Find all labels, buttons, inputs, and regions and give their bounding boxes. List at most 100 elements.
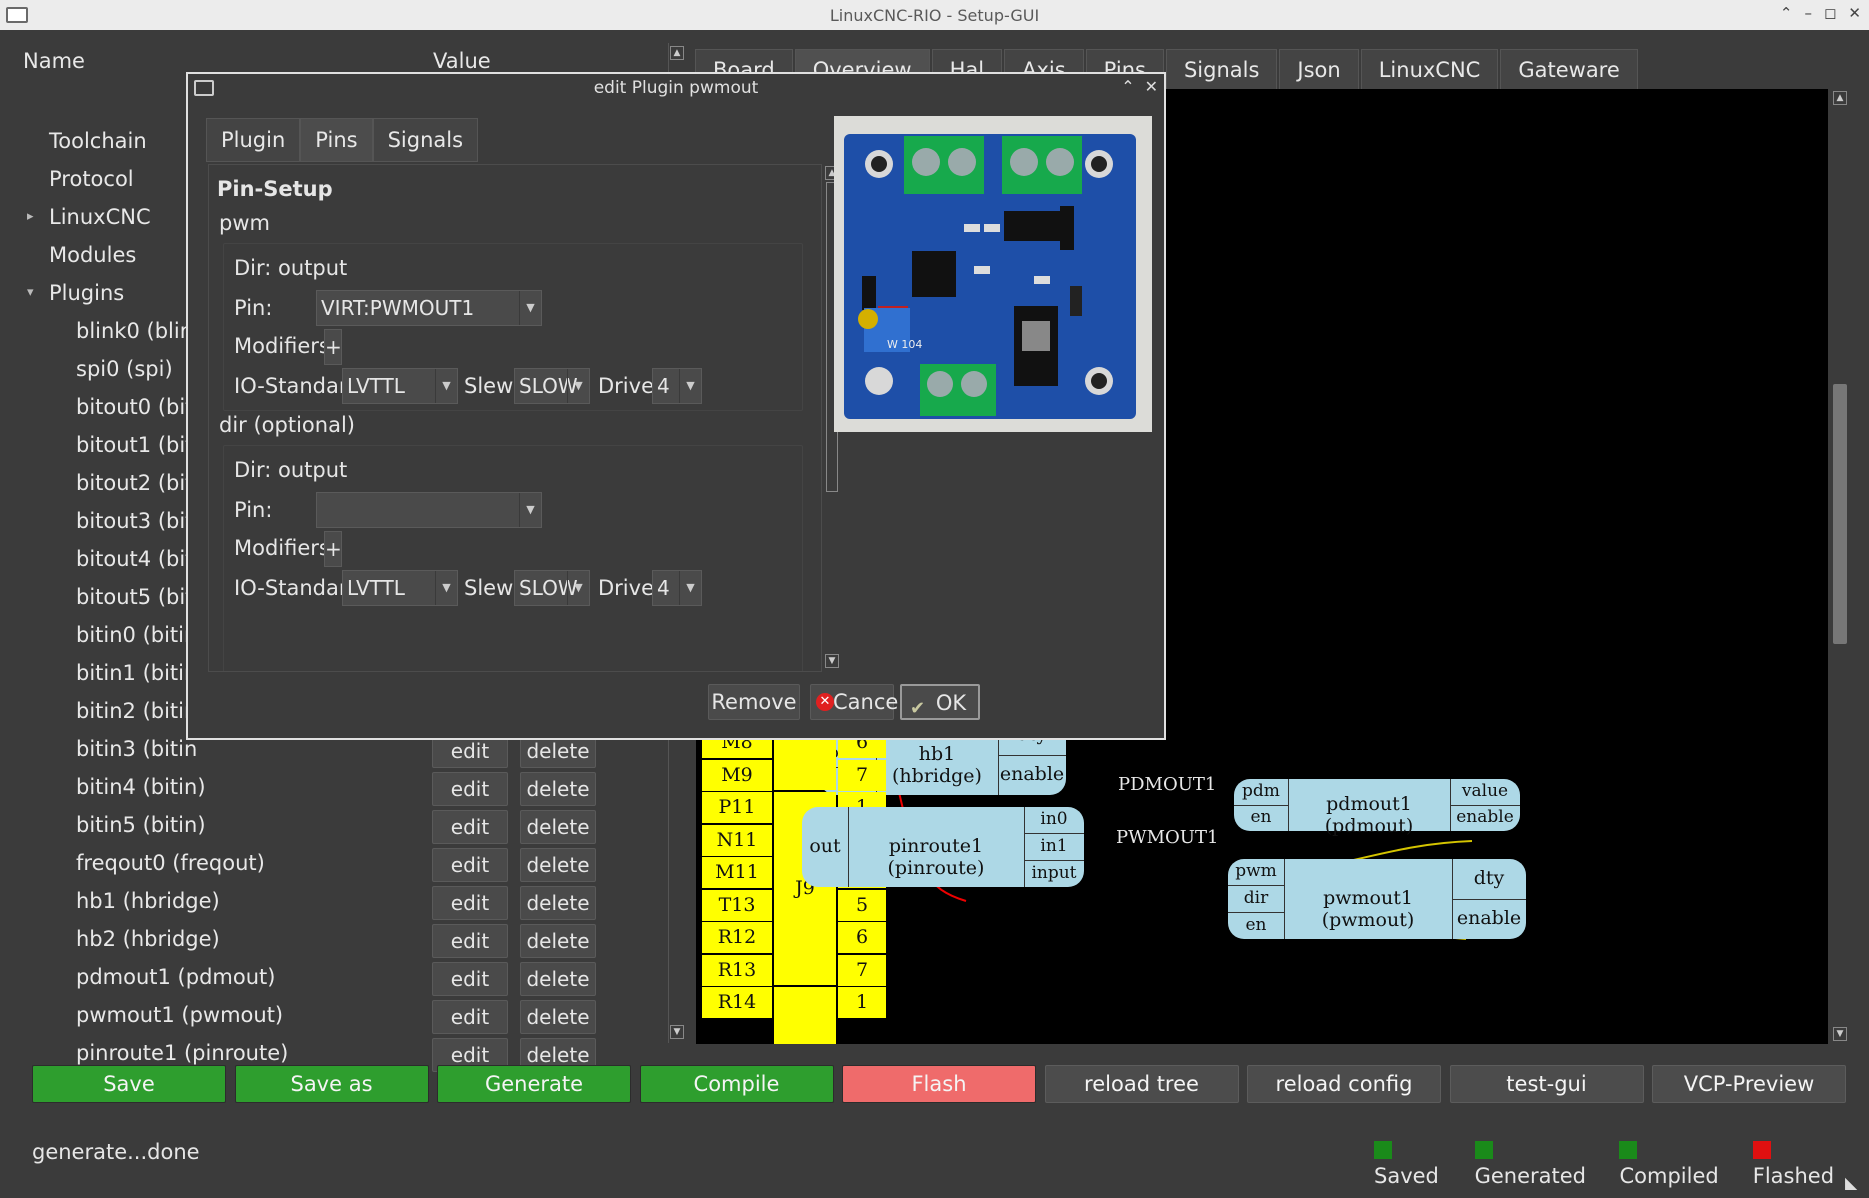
compile-button[interactable]: Compile xyxy=(639,1065,834,1103)
dir-slew-select[interactable]: SLOW ▼ xyxy=(514,570,590,606)
collapse-icon[interactable]: ⌃ xyxy=(1780,4,1793,22)
dialog-tab-signals[interactable]: Signals xyxy=(372,118,479,162)
plugin-label: pinroute1 (pinroute) xyxy=(76,1041,289,1065)
tab-gateware[interactable]: Gateware xyxy=(1500,49,1638,91)
plugin-label: bitin0 (bitin xyxy=(76,623,198,647)
scroll-down-icon[interactable]: ▼ xyxy=(825,654,839,668)
dialog-tabs: Plugin Pins Signals xyxy=(206,118,479,162)
edit-plugin-button[interactable]: edit xyxy=(432,848,508,882)
node-pdmout1-name: pdmout1 (pdmout) xyxy=(1324,793,1414,837)
dir-add-modifier-button[interactable]: + xyxy=(324,531,342,567)
save-as-button[interactable]: Save as xyxy=(234,1065,429,1103)
plugin-row[interactable]: hb1 (hbridge) edit delete xyxy=(20,884,680,922)
pwm-slew-select[interactable]: SLOW ▼ xyxy=(514,368,590,404)
node-pdmout1[interactable]: pdm en pdmout1 (pdmout) value enable xyxy=(1234,779,1520,837)
delete-plugin-button[interactable]: delete xyxy=(520,772,596,806)
remove-button[interactable]: Remove xyxy=(708,684,800,720)
delete-plugin-button[interactable]: delete xyxy=(520,886,596,920)
flash-button[interactable]: Flash xyxy=(842,1065,1036,1103)
ok-check-icon: ✔ xyxy=(910,698,926,719)
port-pinroute-in1: in1 xyxy=(1040,836,1068,856)
pwm-drive-select[interactable]: 4 ▼ xyxy=(652,368,702,404)
connector-pin-number: 1 xyxy=(838,987,886,1018)
reload-tree-button[interactable]: reload tree xyxy=(1044,1065,1239,1103)
scroll-up-icon[interactable]: ▲ xyxy=(670,46,684,60)
dir-drive-select[interactable]: 4 ▼ xyxy=(652,570,702,606)
dir-pin-select[interactable]: ▼ xyxy=(316,492,542,528)
close-icon[interactable]: ✕ xyxy=(1145,77,1158,96)
tree-item-label: Modules xyxy=(49,243,137,267)
pwm-pin-label: Pin: xyxy=(234,296,273,320)
window-title: LinuxCNC-RIO - Setup-GUI xyxy=(829,6,1040,25)
port-pdmout-value: value xyxy=(1461,781,1509,801)
plugin-row[interactable]: bitin4 (bitin) edit delete xyxy=(20,770,680,808)
plugin-label: bitin2 (bitin xyxy=(76,699,198,723)
tree-header-value[interactable]: Value xyxy=(433,49,491,73)
edit-plugin-button[interactable]: edit xyxy=(432,772,508,806)
dialog-tab-plugin[interactable]: Plugin xyxy=(206,118,301,162)
pwm-add-modifier-button[interactable]: + xyxy=(324,329,342,365)
test-gui-button[interactable]: test-gui xyxy=(1449,1065,1644,1103)
generate-button[interactable]: Generate xyxy=(437,1065,631,1103)
edit-plugin-button[interactable]: edit xyxy=(432,924,508,958)
node-pinroute1[interactable]: out pinroute1 (pinroute) in0 in1 input xyxy=(802,807,1084,887)
connector-pin: R14 xyxy=(702,987,772,1018)
plugin-label: pdmout1 (pdmout) xyxy=(76,965,276,989)
status-legend: Saved Generated Compiled Flashed xyxy=(1374,1140,1869,1188)
plugin-row[interactable]: freqout0 (freqout) edit delete xyxy=(20,846,680,884)
delete-plugin-button[interactable]: delete xyxy=(520,810,596,844)
delete-plugin-button[interactable]: delete xyxy=(520,848,596,882)
scroll-up-icon[interactable]: ▲ xyxy=(1833,91,1847,105)
node-pwmout1[interactable]: pwm dir en pwmout1 (pwmout) dty enable xyxy=(1228,859,1526,939)
tree-item-label: Protocol xyxy=(49,167,134,191)
minimize-icon[interactable]: – xyxy=(1804,4,1812,22)
collapse-icon[interactable]: ▾ xyxy=(27,285,34,300)
edit-plugin-button[interactable]: edit xyxy=(432,886,508,920)
expand-icon[interactable]: ▸ xyxy=(27,209,34,224)
collapse-icon[interactable]: ⌃ xyxy=(1121,77,1134,96)
plugin-row[interactable]: bitin5 (bitin) edit delete xyxy=(20,808,680,846)
cancel-button[interactable]: ✕ Cancel xyxy=(810,684,904,720)
dir-pin-label: Pin: xyxy=(234,498,273,522)
delete-plugin-button[interactable]: delete xyxy=(520,962,596,996)
dir-io-select[interactable]: LVTTL ▼ xyxy=(342,570,458,606)
edit-plugin-button[interactable]: edit xyxy=(432,810,508,844)
delete-plugin-button[interactable]: delete xyxy=(520,924,596,958)
graph-scrollbar[interactable]: ▲ ▼ xyxy=(1830,89,1850,1044)
plugin-row[interactable]: pdmout1 (pdmout) edit delete xyxy=(20,960,680,998)
ok-button[interactable]: ✔ OK xyxy=(900,684,980,720)
node-hb1-name: hb1 (hbridge) xyxy=(892,743,982,787)
save-button[interactable]: Save xyxy=(32,1065,226,1103)
tab-json[interactable]: Json xyxy=(1279,49,1359,91)
reload-config-button[interactable]: reload config xyxy=(1247,1065,1441,1103)
dialog-titlebar: edit Plugin pwmout ⌃ ✕ xyxy=(188,74,1164,102)
vcp-preview-button[interactable]: VCP-Preview xyxy=(1652,1065,1846,1103)
legend-label: Generated xyxy=(1474,1164,1586,1188)
resize-grip-icon[interactable]: ◣ xyxy=(1845,1173,1857,1192)
plugin-label: bitin1 (bitin xyxy=(76,661,198,685)
tab-signals[interactable]: Signals xyxy=(1165,49,1278,91)
close-icon[interactable]: ✕ xyxy=(1848,4,1861,22)
port-pdmout-enable: enable xyxy=(1456,807,1514,827)
scroll-down-icon[interactable]: ▼ xyxy=(1833,1027,1847,1041)
port-hb1-enable: enable xyxy=(999,763,1065,785)
connector-pin: M9 xyxy=(702,759,772,791)
tree-item-label: LinuxCNC xyxy=(49,205,151,229)
edit-plugin-button[interactable]: edit xyxy=(432,1000,508,1034)
edit-plugin-button[interactable]: edit xyxy=(432,962,508,996)
plugin-row[interactable]: hb2 (hbridge) edit delete xyxy=(20,922,680,960)
delete-plugin-button[interactable]: delete xyxy=(520,1000,596,1034)
scroll-thumb[interactable] xyxy=(1833,384,1847,644)
chevron-down-icon: ▼ xyxy=(679,369,701,403)
pwm-pin-select[interactable]: VIRT:PWMOUT1 ▼ xyxy=(316,290,542,326)
tab-linuxcnc[interactable]: LinuxCNC xyxy=(1360,49,1499,91)
photo-component-label: W 104 xyxy=(887,338,922,351)
tree-header-name[interactable]: Name xyxy=(23,49,85,73)
window-controls: ⌃ – ◻ ✕ xyxy=(1780,4,1861,22)
maximize-icon[interactable]: ◻ xyxy=(1824,4,1836,22)
legend-item: Flashed xyxy=(1752,1140,1855,1188)
dialog-tab-pins[interactable]: Pins xyxy=(300,118,373,162)
plugin-row[interactable]: pwmout1 (pwmout) edit delete xyxy=(20,998,680,1036)
scroll-down-icon[interactable]: ▼ xyxy=(670,1025,684,1039)
pwm-io-select[interactable]: LVTTL ▼ xyxy=(342,368,458,404)
